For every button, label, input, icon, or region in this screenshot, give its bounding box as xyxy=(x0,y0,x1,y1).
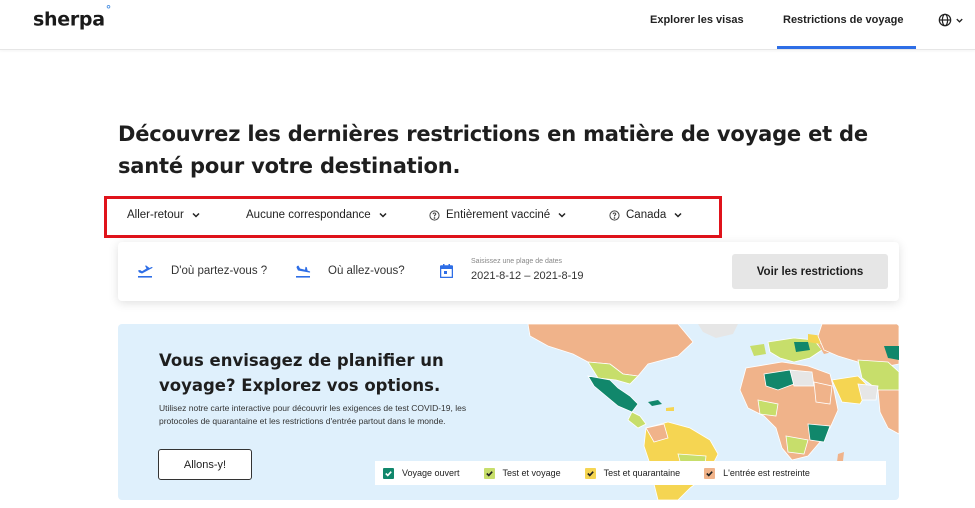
legend-open[interactable]: Voyage ouvert xyxy=(383,467,460,479)
origin-field[interactable]: D'où partez-vous ? xyxy=(137,264,267,278)
date-range-value[interactable]: 2021-8-12 – 2021-8-19 xyxy=(471,270,584,282)
sherpa-logo[interactable]: sherpa° xyxy=(33,3,111,31)
chevron-down-icon xyxy=(379,212,387,218)
legend-restricted[interactable]: L'entrée est restreinte xyxy=(704,467,810,479)
connection-dropdown[interactable]: Aucune correspondance xyxy=(246,209,389,221)
legend-test-quarantine-label: Test et quarantaine xyxy=(603,468,681,478)
language-selector[interactable] xyxy=(938,11,968,29)
plane-arrival-icon xyxy=(296,265,311,278)
nav-travel-restrictions[interactable]: Restrictions de voyage xyxy=(783,14,903,26)
chevron-down-icon xyxy=(674,212,682,218)
calendar-icon[interactable] xyxy=(440,264,453,278)
help-circle-icon xyxy=(609,209,620,221)
promo-title: Vous envisagez de planifier un voyage? E… xyxy=(159,351,444,395)
trip-type-dropdown[interactable]: Aller-retour xyxy=(127,209,202,221)
checkbox-checked-icon xyxy=(704,467,716,479)
country-label: Canada xyxy=(626,209,667,221)
chevron-down-icon xyxy=(192,212,200,218)
promo-description: Utilisez notre carte interactive pour dé… xyxy=(159,403,467,426)
vaccination-dropdown[interactable]: Entièrement vacciné xyxy=(429,209,568,221)
nav-explore-visas[interactable]: Explorer les visas xyxy=(650,14,744,26)
destination-field[interactable]: Où allez-vous? xyxy=(295,264,405,278)
country-dropdown[interactable]: Canada xyxy=(609,209,684,221)
checkbox-checked-icon xyxy=(483,467,495,479)
legend-open-label: Voyage ouvert xyxy=(402,468,460,478)
lets-go-button[interactable]: Allons-y! xyxy=(158,449,252,480)
map-legend: Voyage ouvert Test et voyage Test et qua… xyxy=(375,461,886,485)
page-headline: Découvrez les dernières restrictions en … xyxy=(118,122,868,178)
globe-icon xyxy=(938,13,952,27)
legend-restricted-label: L'entrée est restreinte xyxy=(723,468,810,478)
map-promo-card: Vous envisagez de planifier un voyage? E… xyxy=(118,324,899,500)
help-circle-icon xyxy=(429,209,440,221)
destination-placeholder: Où allez-vous? xyxy=(328,265,405,277)
trip-filters: Aller-retour Aucune correspondance Entiè… xyxy=(104,196,722,238)
checkbox-checked-icon xyxy=(383,467,394,479)
legend-test-travel-label: Test et voyage xyxy=(502,468,561,478)
plane-departure-icon xyxy=(138,265,153,278)
legend-test-quarantine[interactable]: Test et quarantaine xyxy=(584,467,681,479)
checkbox-checked-icon xyxy=(584,467,596,479)
logo-text: sherpa xyxy=(33,8,105,31)
origin-placeholder: D'où partez-vous ? xyxy=(171,265,268,277)
search-bar: D'où partez-vous ? Où allez-vous? Saisis… xyxy=(118,242,899,301)
logo-mark: ° xyxy=(105,3,112,16)
date-range-label: Saisissez une plage de dates xyxy=(471,258,563,265)
active-tab-indicator xyxy=(777,46,916,49)
chevron-down-icon xyxy=(956,18,963,23)
chevron-down-icon xyxy=(558,212,566,218)
view-restrictions-button[interactable]: Voir les restrictions xyxy=(732,254,888,289)
legend-test-travel[interactable]: Test et voyage xyxy=(483,467,561,479)
trip-type-label: Aller-retour xyxy=(127,209,184,221)
connection-label: Aucune correspondance xyxy=(246,209,371,221)
vaccination-label: Entièrement vacciné xyxy=(446,209,551,221)
top-nav-bar: sherpa° Explorer les visas Restrictions … xyxy=(0,0,975,50)
